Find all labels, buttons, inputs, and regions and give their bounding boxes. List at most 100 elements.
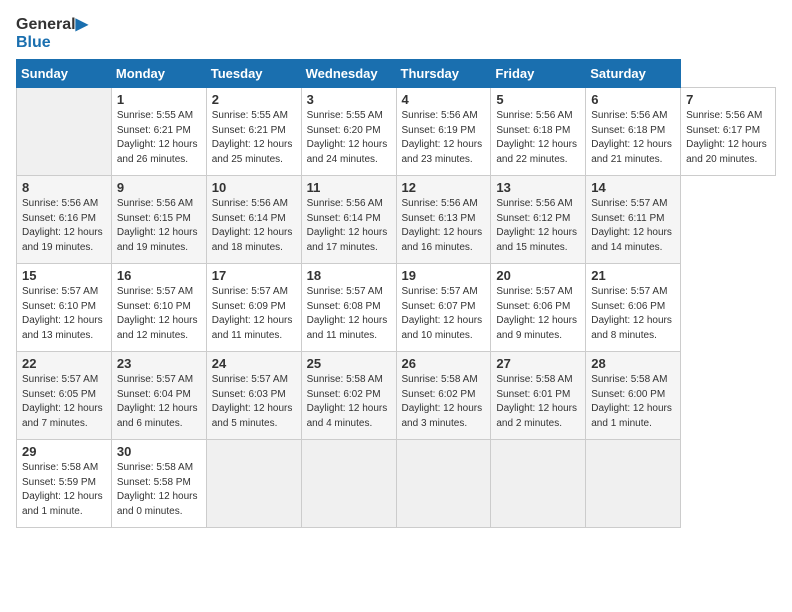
day-info: Sunrise: 5:57 AMSunset: 6:08 PMDaylight:… bbox=[307, 285, 391, 343]
day-number: 2 bbox=[212, 92, 296, 107]
day-info: Sunrise: 5:55 AMSunset: 6:21 PMDaylight:… bbox=[212, 109, 296, 167]
day-number: 24 bbox=[212, 356, 296, 371]
day-info: Sunrise: 5:57 AMSunset: 6:04 PMDaylight:… bbox=[117, 373, 201, 431]
day-info: Sunrise: 5:56 AMSunset: 6:19 PMDaylight:… bbox=[402, 109, 486, 167]
col-header-tuesday: Tuesday bbox=[206, 60, 301, 88]
calendar-cell bbox=[586, 440, 681, 528]
calendar-cell: 27 Sunrise: 5:58 AMSunset: 6:01 PMDayligh… bbox=[491, 352, 586, 440]
calendar-cell: 15 Sunrise: 5:57 AMSunset: 6:10 PMDayligh… bbox=[17, 264, 112, 352]
calendar-cell: 7 Sunrise: 5:56 AMSunset: 6:17 PMDaylight… bbox=[681, 88, 776, 176]
calendar-cell: 3 Sunrise: 5:55 AMSunset: 6:20 PMDaylight… bbox=[301, 88, 396, 176]
col-header-saturday: Saturday bbox=[586, 60, 681, 88]
calendar-cell: 13 Sunrise: 5:56 AMSunset: 6:12 PMDayligh… bbox=[491, 176, 586, 264]
calendar-cell: 26 Sunrise: 5:58 AMSunset: 6:02 PMDayligh… bbox=[396, 352, 491, 440]
day-info: Sunrise: 5:58 AMSunset: 6:02 PMDaylight:… bbox=[307, 373, 391, 431]
day-number: 19 bbox=[402, 268, 486, 283]
calendar-cell: 1Sunrise: 5:55 AMSunset: 6:21 PMDaylight… bbox=[111, 88, 206, 176]
calendar-cell: 23 Sunrise: 5:57 AMSunset: 6:04 PMDayligh… bbox=[111, 352, 206, 440]
day-number: 22 bbox=[22, 356, 106, 371]
day-number: 3 bbox=[307, 92, 391, 107]
day-number: 15 bbox=[22, 268, 106, 283]
page-header: General▶ Blue bbox=[16, 16, 776, 51]
day-number: 26 bbox=[402, 356, 486, 371]
calendar-cell: 17 Sunrise: 5:57 AMSunset: 6:09 PMDayligh… bbox=[206, 264, 301, 352]
week-row-5: 29 Sunrise: 5:58 AMSunset: 5:59 PMDayligh… bbox=[17, 440, 776, 528]
calendar-cell bbox=[301, 440, 396, 528]
col-header-sunday: Sunday bbox=[17, 60, 112, 88]
day-number: 20 bbox=[496, 268, 580, 283]
day-number: 30 bbox=[117, 444, 201, 459]
calendar-table: SundayMondayTuesdayWednesdayThursdayFrid… bbox=[16, 59, 776, 528]
day-number: 28 bbox=[591, 356, 675, 371]
day-info: Sunrise: 5:56 AMSunset: 6:14 PMDaylight:… bbox=[307, 197, 391, 255]
day-number: 23 bbox=[117, 356, 201, 371]
col-header-friday: Friday bbox=[491, 60, 586, 88]
col-header-wednesday: Wednesday bbox=[301, 60, 396, 88]
day-info: Sunrise: 5:56 AMSunset: 6:14 PMDaylight:… bbox=[212, 197, 296, 255]
calendar-cell: 5Sunrise: 5:56 AMSunset: 6:18 PMDaylight… bbox=[491, 88, 586, 176]
calendar-cell: 22 Sunrise: 5:57 AMSunset: 6:05 PMDayligh… bbox=[17, 352, 112, 440]
calendar-cell: 10 Sunrise: 5:56 AMSunset: 6:14 PMDayligh… bbox=[206, 176, 301, 264]
day-info: Sunrise: 5:56 AMSunset: 6:17 PMDaylight:… bbox=[686, 109, 770, 167]
day-info: Sunrise: 5:57 AMSunset: 6:06 PMDaylight:… bbox=[591, 285, 675, 343]
day-number: 12 bbox=[402, 180, 486, 195]
day-info: Sunrise: 5:56 AMSunset: 6:15 PMDaylight:… bbox=[117, 197, 201, 255]
calendar-cell: 9 Sunrise: 5:56 AMSunset: 6:15 PMDaylight… bbox=[111, 176, 206, 264]
day-info: Sunrise: 5:57 AMSunset: 6:11 PMDaylight:… bbox=[591, 197, 675, 255]
day-number: 17 bbox=[212, 268, 296, 283]
week-row-1: 1Sunrise: 5:55 AMSunset: 6:21 PMDaylight… bbox=[17, 88, 776, 176]
calendar-cell: 30Sunrise: 5:58 AMSunset: 5:58 PMDayligh… bbox=[111, 440, 206, 528]
calendar-cell: 29 Sunrise: 5:58 AMSunset: 5:59 PMDayligh… bbox=[17, 440, 112, 528]
day-number: 16 bbox=[117, 268, 201, 283]
day-number: 27 bbox=[496, 356, 580, 371]
day-info: Sunrise: 5:56 AMSunset: 6:12 PMDaylight:… bbox=[496, 197, 580, 255]
calendar-cell: 4 Sunrise: 5:56 AMSunset: 6:19 PMDaylight… bbox=[396, 88, 491, 176]
calendar-cell: 16 Sunrise: 5:57 AMSunset: 6:10 PMDayligh… bbox=[111, 264, 206, 352]
calendar-cell: 19Sunrise: 5:57 AMSunset: 6:07 PMDayligh… bbox=[396, 264, 491, 352]
calendar-cell: 8 Sunrise: 5:56 AMSunset: 6:16 PMDaylight… bbox=[17, 176, 112, 264]
calendar-cell: 20Sunrise: 5:57 AMSunset: 6:06 PMDayligh… bbox=[491, 264, 586, 352]
day-number: 13 bbox=[496, 180, 580, 195]
day-info: Sunrise: 5:56 AMSunset: 6:18 PMDaylight:… bbox=[496, 109, 580, 167]
calendar-cell: 12Sunrise: 5:56 AMSunset: 6:13 PMDayligh… bbox=[396, 176, 491, 264]
day-info: Sunrise: 5:57 AMSunset: 6:05 PMDaylight:… bbox=[22, 373, 106, 431]
day-info: Sunrise: 5:57 AMSunset: 6:10 PMDaylight:… bbox=[22, 285, 106, 343]
day-number: 8 bbox=[22, 180, 106, 195]
week-row-2: 8 Sunrise: 5:56 AMSunset: 6:16 PMDaylight… bbox=[17, 176, 776, 264]
day-number: 18 bbox=[307, 268, 391, 283]
calendar-cell: 24Sunrise: 5:57 AMSunset: 6:03 PMDayligh… bbox=[206, 352, 301, 440]
calendar-cell bbox=[206, 440, 301, 528]
col-header-monday: Monday bbox=[111, 60, 206, 88]
calendar-cell: 28 Sunrise: 5:58 AMSunset: 6:00 PMDayligh… bbox=[586, 352, 681, 440]
day-info: Sunrise: 5:58 AMSunset: 6:02 PMDaylight:… bbox=[402, 373, 486, 431]
header-row: SundayMondayTuesdayWednesdayThursdayFrid… bbox=[17, 60, 776, 88]
day-info: Sunrise: 5:55 AMSunset: 6:21 PMDaylight:… bbox=[117, 109, 201, 167]
day-info: Sunrise: 5:58 AMSunset: 6:00 PMDaylight:… bbox=[591, 373, 675, 431]
day-info: Sunrise: 5:56 AMSunset: 6:16 PMDaylight:… bbox=[22, 197, 106, 255]
day-number: 25 bbox=[307, 356, 391, 371]
calendar-cell bbox=[396, 440, 491, 528]
week-row-3: 15 Sunrise: 5:57 AMSunset: 6:10 PMDayligh… bbox=[17, 264, 776, 352]
day-number: 7 bbox=[686, 92, 770, 107]
calendar-cell: 2 Sunrise: 5:55 AMSunset: 6:21 PMDaylight… bbox=[206, 88, 301, 176]
calendar-cell: 6Sunrise: 5:56 AMSunset: 6:18 PMDaylight… bbox=[586, 88, 681, 176]
logo-text: General▶ Blue bbox=[16, 16, 88, 51]
calendar-cell bbox=[17, 88, 112, 176]
day-info: Sunrise: 5:55 AMSunset: 6:20 PMDaylight:… bbox=[307, 109, 391, 167]
day-info: Sunrise: 5:56 AMSunset: 6:18 PMDaylight:… bbox=[591, 109, 675, 167]
day-info: Sunrise: 5:57 AMSunset: 6:09 PMDaylight:… bbox=[212, 285, 296, 343]
day-info: Sunrise: 5:57 AMSunset: 6:10 PMDaylight:… bbox=[117, 285, 201, 343]
day-info: Sunrise: 5:58 AMSunset: 5:59 PMDaylight:… bbox=[22, 461, 106, 519]
day-number: 21 bbox=[591, 268, 675, 283]
col-header-thursday: Thursday bbox=[396, 60, 491, 88]
week-row-4: 22 Sunrise: 5:57 AMSunset: 6:05 PMDayligh… bbox=[17, 352, 776, 440]
calendar-cell: 14Sunrise: 5:57 AMSunset: 6:11 PMDayligh… bbox=[586, 176, 681, 264]
day-number: 29 bbox=[22, 444, 106, 459]
day-number: 11 bbox=[307, 180, 391, 195]
day-number: 4 bbox=[402, 92, 486, 107]
day-number: 9 bbox=[117, 180, 201, 195]
day-info: Sunrise: 5:58 AMSunset: 6:01 PMDaylight:… bbox=[496, 373, 580, 431]
day-number: 10 bbox=[212, 180, 296, 195]
calendar-cell: 21 Sunrise: 5:57 AMSunset: 6:06 PMDayligh… bbox=[586, 264, 681, 352]
calendar-cell: 25 Sunrise: 5:58 AMSunset: 6:02 PMDayligh… bbox=[301, 352, 396, 440]
